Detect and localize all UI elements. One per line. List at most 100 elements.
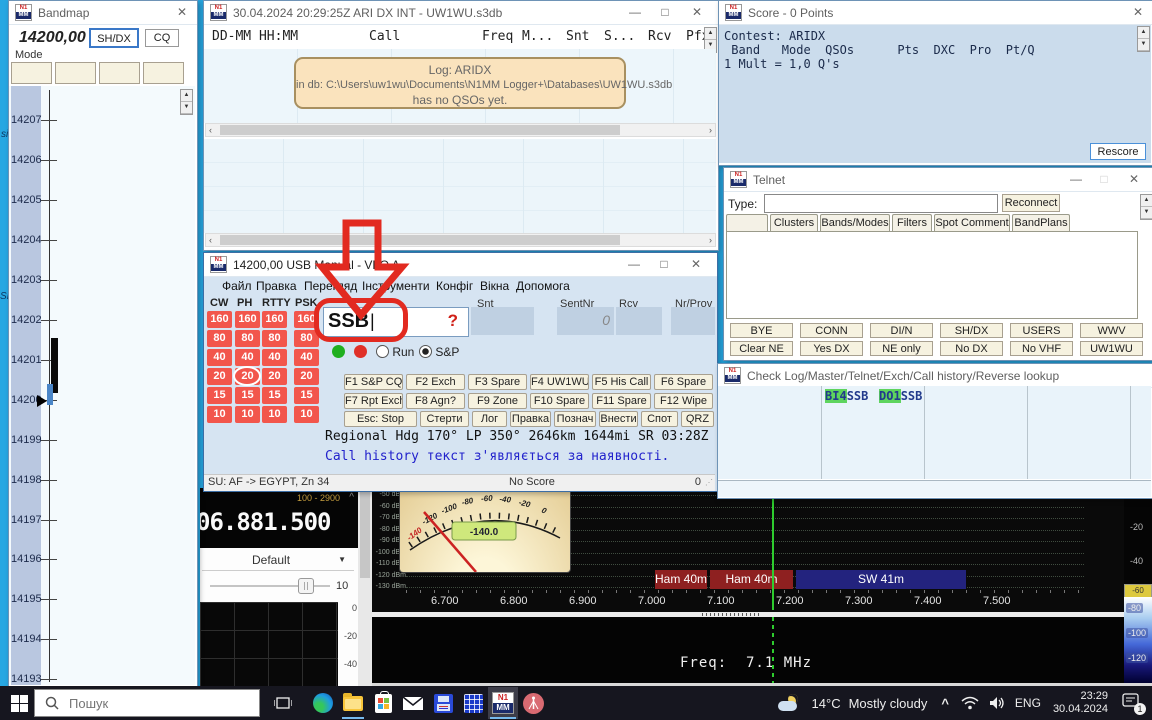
band-button-cw-80[interactable]: 80 [207, 330, 232, 347]
tab-bandplans[interactable]: BandPlans [1012, 214, 1070, 231]
band-button-ph-10[interactable]: 10 [235, 406, 260, 423]
log-scrollbar-2[interactable]: ‹ › [205, 233, 716, 247]
rescore-button[interactable]: Rescore [1090, 143, 1146, 160]
scroll-left-icon[interactable]: ‹ [209, 234, 212, 246]
sentnr-field[interactable]: 0 [557, 307, 614, 335]
band-button-ph-40[interactable]: 40 [235, 349, 260, 366]
reconnect-button[interactable]: Reconnect [1002, 194, 1060, 212]
band-button-cw-15[interactable]: 15 [207, 387, 232, 404]
fkey-f6[interactable]: F6 Spare [654, 374, 713, 390]
action-button-6[interactable]: Внести [599, 411, 638, 427]
scroll-right-icon[interactable]: › [709, 124, 712, 136]
spinner-up-icon[interactable]: ▲ [1141, 195, 1152, 207]
action-button-7[interactable]: Спот [641, 411, 678, 427]
band-button-rtty-40[interactable]: 40 [262, 349, 287, 366]
band-button-rtty-160[interactable]: 160 [262, 311, 287, 328]
log-titlebar[interactable]: N1MM 30.04.2024 20:29:25Z ARI DX INT - U… [204, 1, 718, 25]
fkey-f4[interactable]: F4 UW1WU [530, 374, 589, 390]
maximize-icon[interactable]: □ [1093, 171, 1115, 188]
rcv-field[interactable] [616, 307, 662, 335]
band-button-psk-10[interactable]: 10 [294, 406, 319, 423]
band-button-ph-15[interactable]: 15 [235, 387, 260, 404]
log-column-header[interactable]: Call [369, 29, 400, 44]
fkey-f12[interactable]: F12 Wipe [654, 393, 713, 409]
speaker-icon[interactable] [989, 696, 1005, 710]
check-callsign[interactable]: BI4SSB [825, 389, 868, 403]
telnet-button-shdx[interactable]: SH/DX [940, 323, 1003, 338]
spinner-up-icon[interactable]: ▲ [705, 28, 716, 40]
search-input[interactable] [67, 695, 241, 712]
spinner-up-icon[interactable]: ▲ [181, 90, 192, 102]
wifi-icon[interactable] [961, 696, 979, 710]
action-button-1[interactable]: Esc: Stop [344, 411, 417, 427]
fkey-f10[interactable]: F10 Spare [530, 393, 589, 409]
band-button-cw-20[interactable]: 20 [207, 368, 232, 385]
nrprov-field[interactable] [671, 307, 715, 335]
check-titlebar[interactable]: N1MM Check Log/Master/Telnet/Exch/Call h… [718, 364, 1152, 388]
cq-button[interactable]: CQ [145, 29, 179, 47]
telnet-type-input[interactable] [764, 194, 998, 213]
telnet-button-yesdx[interactable]: Yes DX [800, 341, 863, 356]
score-titlebar[interactable]: N1MM Score - 0 Points ✕ [719, 1, 1152, 25]
telnet-titlebar[interactable]: N1MM Telnet — □ ✕ [724, 168, 1152, 192]
search-box[interactable] [34, 689, 260, 717]
telnet-button-bye[interactable]: BYE [730, 323, 793, 338]
fkey-f2[interactable]: F2 Exch [406, 374, 465, 390]
band-button-rtty-15[interactable]: 15 [262, 387, 287, 404]
scroll-right-icon[interactable]: › [709, 234, 712, 246]
fkey-f8[interactable]: F8 Agn? [406, 393, 465, 409]
minimize-icon[interactable]: — [624, 4, 646, 21]
telnet-button-novhf[interactable]: No VHF [1010, 341, 1073, 356]
start-button[interactable] [4, 687, 34, 719]
sp-radio[interactable]: S&P [419, 345, 459, 359]
snt-field[interactable] [471, 307, 534, 335]
taskbar-mail[interactable] [398, 687, 428, 719]
fkey-f1[interactable]: F1 S&P CQ [344, 374, 403, 390]
run-radio[interactable]: Run [376, 345, 414, 359]
tab-clusters[interactable]: Clusters [770, 214, 818, 231]
scroll-left-icon[interactable]: ‹ [209, 124, 212, 136]
menu-7[interactable]: Допомога [516, 279, 570, 293]
band-button-rtty-80[interactable]: 80 [262, 330, 287, 347]
log-column-header[interactable]: DD-MM HH:MM [212, 29, 298, 44]
telnet-button-neonly[interactable]: NE only [870, 341, 933, 356]
band-button-psk-20[interactable]: 20 [294, 368, 319, 385]
taskbar-sdr-app[interactable] [518, 687, 548, 719]
action-button-5[interactable]: Познач [554, 411, 596, 427]
minimize-icon[interactable]: — [1065, 171, 1087, 188]
band-button-ph-80[interactable]: 80 [235, 330, 260, 347]
scroll-up-icon[interactable]: ^ [349, 492, 354, 503]
bandmap-slot-1[interactable] [11, 62, 52, 84]
fkey-f11[interactable]: F11 Spare [592, 393, 651, 409]
action-button-3[interactable]: Лог [472, 411, 507, 427]
telnet-button-conn[interactable]: CONN [800, 323, 863, 338]
log-column-header[interactable]: M... [522, 29, 553, 44]
band-button-psk-40[interactable]: 40 [294, 349, 319, 366]
close-icon[interactable]: ✕ [1127, 4, 1149, 21]
menu-6[interactable]: Вікна [480, 279, 509, 293]
close-icon[interactable]: ✕ [1123, 171, 1145, 188]
telnet-button-uw1wu[interactable]: UW1WU [1080, 341, 1143, 356]
close-icon[interactable]: ✕ [686, 4, 708, 21]
colorbar-marker[interactable]: -60 [1124, 584, 1152, 598]
log-scrollbar-1[interactable]: ‹ › [205, 123, 716, 137]
log-column-header[interactable]: S... [604, 29, 635, 44]
taskbar-logger-app[interactable] [428, 687, 458, 719]
telnet-button-clearne[interactable]: Clear NE [730, 341, 793, 356]
bandmap-spinner[interactable]: ▲▼ [180, 89, 193, 115]
language-indicator[interactable]: ENG [1015, 696, 1041, 710]
telnet-button-din[interactable]: DI/N [870, 323, 933, 338]
fkey-f9[interactable]: F9 Zone [468, 393, 527, 409]
band-button-psk-15[interactable]: 15 [294, 387, 319, 404]
tab-spotcomment[interactable]: Spot Comment [934, 214, 1010, 231]
check-callsign[interactable]: DO1SSB [879, 389, 922, 403]
sdr-frequency-digits[interactable]: 06.881.500 [200, 508, 331, 536]
telnet-button-users[interactable]: USERS [1010, 323, 1073, 338]
taskbar-store[interactable] [368, 687, 398, 719]
sdr-profile-select[interactable]: Default ▼ [202, 550, 354, 571]
band-button-cw-160[interactable]: 160 [207, 311, 232, 328]
minimize-icon[interactable]: — [623, 256, 645, 273]
bandmap-slot-3[interactable] [99, 62, 140, 84]
band-button-ph-160[interactable]: 160 [235, 311, 260, 328]
maximize-icon[interactable]: □ [653, 256, 675, 273]
